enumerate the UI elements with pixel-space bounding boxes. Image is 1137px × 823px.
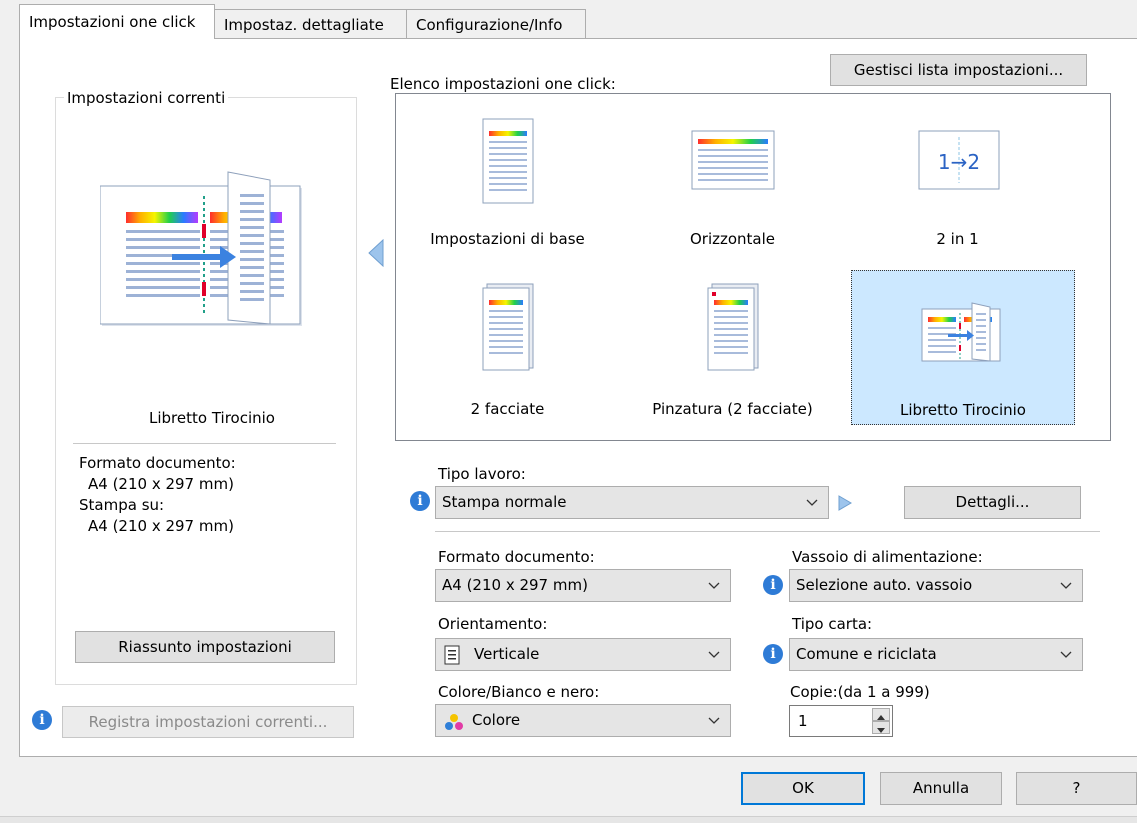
- tray-select[interactable]: Selezione auto. vassoio: [789, 569, 1083, 602]
- separator: [435, 531, 1100, 532]
- paper-type-value: Comune e riciclata: [796, 645, 937, 663]
- color-icon: [445, 714, 463, 730]
- doc-format-value: A4 (210 x 297 mm): [442, 576, 588, 594]
- job-type-select[interactable]: Stampa normale: [435, 486, 829, 519]
- tab-label: Configurazione/Info: [416, 16, 563, 34]
- booklet-icon: [921, 302, 1001, 362]
- info-icon[interactable]: i: [763, 575, 783, 595]
- doc-format-select[interactable]: A4 (210 x 297 mm): [435, 569, 731, 602]
- cancel-button[interactable]: Annulla: [880, 772, 1002, 805]
- chevron-down-icon: [806, 499, 818, 506]
- copies-value[interactable]: 1: [798, 712, 808, 730]
- doc-format-label: Formato documento:: [438, 548, 595, 566]
- preset-label: Pinzatura (2 facciate): [652, 400, 813, 418]
- two-in-one-text: 1→2: [938, 150, 980, 174]
- preset-tile-staple-duplex[interactable]: Pinzatura (2 facciate): [630, 270, 835, 425]
- color-mode-select[interactable]: Colore: [435, 704, 731, 737]
- tab-configuration-info[interactable]: Configurazione/Info: [406, 9, 586, 38]
- duplex-page-icon: [482, 283, 534, 371]
- two-in-one-icon: 1→2: [918, 130, 1000, 190]
- copies-spinner[interactable]: 1: [789, 705, 893, 737]
- orientation-label: Orientamento:: [438, 615, 548, 633]
- one-click-list-title: Elenco impostazioni one click:: [390, 75, 616, 93]
- tab-one-click[interactable]: Impostazioni one click: [19, 4, 215, 39]
- color-mode-value: Colore: [472, 711, 521, 729]
- manage-settings-list-button[interactable]: Gestisci lista impostazioni...: [830, 54, 1087, 86]
- current-settings-title: Impostazioni correnti: [64, 89, 229, 107]
- details-button[interactable]: Dettagli...: [904, 486, 1081, 519]
- preset-label: Orizzontale: [689, 230, 776, 248]
- preset-tile-base[interactable]: Impostazioni di base: [405, 105, 610, 253]
- tab-label: Impostaz. dettagliate: [224, 16, 384, 34]
- tray-value: Selezione auto. vassoio: [796, 576, 973, 594]
- staple-page-icon: [707, 283, 759, 371]
- doc-size-label: Formato documento:: [79, 454, 236, 472]
- paper-type-label: Tipo carta:: [792, 615, 873, 633]
- preset-tile-2in1[interactable]: 1→2 2 in 1: [855, 105, 1060, 253]
- arrow-down-icon: [877, 728, 885, 733]
- bottom-edge: [0, 816, 1137, 823]
- preset-label: Libretto Tirocinio: [900, 401, 1026, 419]
- help-button[interactable]: ?: [1016, 772, 1137, 805]
- chevron-down-icon: [1060, 582, 1072, 589]
- booklet-preview-icon: [100, 171, 302, 326]
- info-icon[interactable]: i: [410, 491, 430, 511]
- tray-label: Vassoio di alimentazione:: [792, 548, 983, 566]
- tab-label: Impostazioni one click: [29, 13, 196, 31]
- job-type-value: Stampa normale: [442, 493, 567, 511]
- register-settings-button[interactable]: Registra impostazioni correnti...: [62, 706, 354, 738]
- ok-button[interactable]: OK: [741, 772, 865, 805]
- play-arrow-icon: [838, 495, 852, 511]
- preset-label: 2 facciate: [470, 400, 545, 418]
- copies-label: Copie:(da 1 a 999): [790, 683, 930, 701]
- chevron-down-icon: [708, 582, 720, 589]
- color-mode-label: Colore/Bianco e nero:: [438, 683, 600, 701]
- chevron-down-icon: [708, 717, 720, 724]
- landscape-page-icon: [691, 130, 775, 190]
- preset-label: Impostazioni di base: [430, 230, 585, 248]
- chevron-down-icon: [708, 651, 720, 658]
- settings-summary-button[interactable]: Riassunto impostazioni: [75, 631, 335, 663]
- copies-decrement-button[interactable]: [872, 721, 890, 734]
- print-on-label: Stampa su:: [79, 496, 165, 514]
- chevron-down-icon: [1060, 651, 1072, 658]
- preset-label: 2 in 1: [936, 230, 979, 248]
- job-type-label: Tipo lavoro:: [438, 465, 526, 483]
- orientation-value: Verticale: [474, 645, 540, 663]
- info-icon[interactable]: i: [763, 644, 783, 664]
- preset-tile-booklet[interactable]: Libretto Tirocinio: [851, 270, 1075, 425]
- print-on-value: A4 (210 x 297 mm): [88, 517, 234, 535]
- preset-tile-duplex[interactable]: 2 facciate: [405, 270, 610, 425]
- separator: [73, 443, 336, 444]
- preset-tile-landscape[interactable]: Orizzontale: [630, 105, 835, 253]
- copies-increment-button[interactable]: [872, 708, 890, 721]
- scroll-left-icon[interactable]: [368, 239, 384, 267]
- orientation-select[interactable]: Verticale: [435, 638, 731, 671]
- portrait-page-icon: [482, 118, 534, 204]
- portrait-orientation-icon: [444, 645, 460, 665]
- tab-detailed-settings[interactable]: Impostaz. dettagliate: [214, 9, 407, 38]
- info-icon[interactable]: i: [32, 710, 52, 730]
- paper-type-select[interactable]: Comune e riciclata: [789, 638, 1083, 671]
- doc-size-value: A4 (210 x 297 mm): [88, 475, 234, 493]
- current-preset-name: Libretto Tirocinio: [149, 409, 275, 427]
